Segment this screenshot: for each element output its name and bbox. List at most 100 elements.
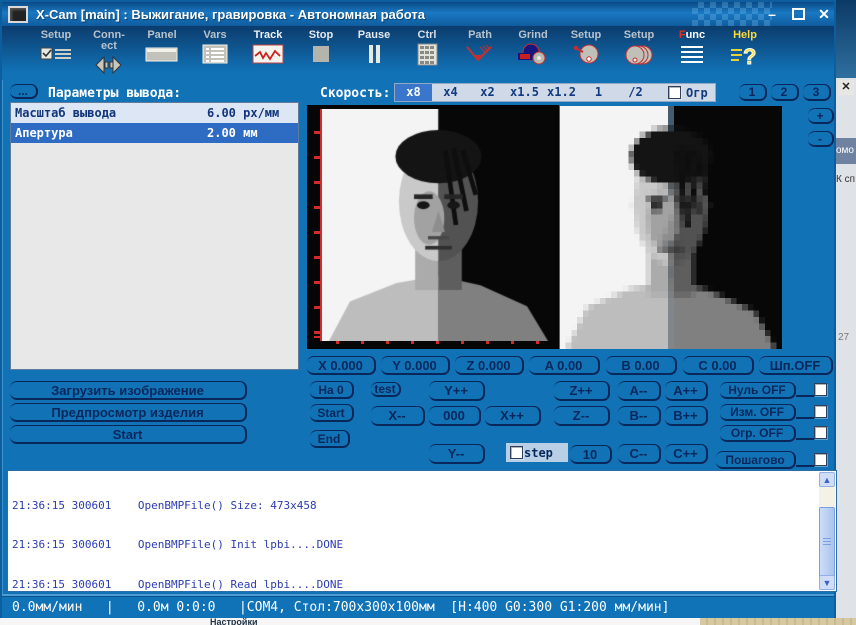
jog-x-plus-button[interactable]: X++ <box>485 406 541 426</box>
discs-icon <box>625 45 653 65</box>
toolbar-ctrl-button[interactable]: Ctrl <box>407 30 447 67</box>
close-button[interactable]: ✕ <box>816 6 832 23</box>
speed-option-half[interactable]: /2 <box>617 84 654 101</box>
measure-toggle-checkbox[interactable] <box>814 405 827 418</box>
speed-option-x1.2[interactable]: x1.2 <box>543 84 580 101</box>
log-panel[interactable]: 21:36:15 300601 OpenBMPFile() Size: 473x… <box>7 470 837 592</box>
stepwise-toggle-line <box>796 465 814 467</box>
toolbar-pause-button[interactable]: Pause <box>354 30 394 65</box>
toolbar: Setup Conn- ect Panel Vars Track Stop Pa… <box>2 26 834 80</box>
background-window-top <box>836 0 856 78</box>
spindle-toggle-button[interactable]: Шп.OFF <box>759 356 833 375</box>
jog-x-minus-button[interactable]: X-- <box>371 406 425 426</box>
zoom-plus-button[interactable]: + <box>808 108 834 124</box>
log-scrollbar[interactable]: ▲ ▼ <box>819 472 835 590</box>
jog-start-button[interactable]: Start <box>310 404 354 422</box>
jog-c-minus-button[interactable]: C-- <box>618 444 661 464</box>
scroll-down-icon[interactable]: ▼ <box>819 575 835 590</box>
speed-option-x1.5[interactable]: x1.5 <box>506 84 543 101</box>
background-text-fragment: К сп <box>836 174 856 185</box>
connect-icon <box>95 55 122 75</box>
step-value-button[interactable]: 10 <box>570 445 612 464</box>
toolbar-func-button[interactable]: Func <box>672 30 712 67</box>
maximize-icon <box>791 8 805 20</box>
toolbar-setup-button[interactable]: Setup <box>36 30 76 67</box>
axis-readout-c[interactable]: C 0.00 <box>683 356 754 375</box>
stepwise-toggle-button[interactable]: Пошагово <box>716 451 796 469</box>
scrollbar-thumb[interactable] <box>819 507 835 579</box>
pixelated-preview-image <box>560 106 782 349</box>
source-portrait-image <box>322 109 555 341</box>
preset-button-2[interactable]: 2 <box>771 84 799 101</box>
toolbar-grind-button[interactable]: Grind <box>513 30 553 67</box>
jog-z-plus-button[interactable]: Z++ <box>554 381 610 401</box>
output-params-list[interactable]: Масштаб вывода 6.00 px/мм Апертура 2.00 … <box>10 102 299 370</box>
toolbar-connect-button[interactable]: Conn- ect <box>89 30 129 76</box>
jog-a-plus-button[interactable]: A++ <box>665 381 708 401</box>
jog-zero-button[interactable]: 000 <box>429 406 481 426</box>
step-checkbox[interactable] <box>510 446 523 459</box>
toolbar-panel-button[interactable]: Panel <box>142 30 182 65</box>
axis-readout-z[interactable]: Z 0.000 <box>455 356 524 375</box>
background-close-icon[interactable]: ✕ <box>838 80 854 95</box>
param-row-scale[interactable]: Масштаб вывода 6.00 px/мм <box>11 103 298 123</box>
jog-end-button[interactable]: End <box>310 430 350 448</box>
log-line: 21:36:15 300601 OpenBMPFile() Init lpbi.… <box>12 538 344 552</box>
limit-toggle-checkbox[interactable] <box>814 426 827 439</box>
axis-readout-a[interactable]: A 0.00 <box>529 356 600 375</box>
jog-y-plus-button[interactable]: Y++ <box>429 381 485 401</box>
toolbar-help-button[interactable]: Help ? <box>725 30 765 69</box>
jog-a-minus-button[interactable]: A-- <box>618 381 661 401</box>
speed-option-x4[interactable]: x4 <box>432 84 469 101</box>
limit-toggle-line <box>796 438 814 440</box>
log-line: 21:36:15 300601 OpenBMPFile() Size: 473x… <box>12 498 317 512</box>
keypad-icon <box>417 43 438 66</box>
limit-checkbox[interactable] <box>668 86 681 99</box>
panel-icon <box>145 47 178 62</box>
params-more-button[interactable]: ... <box>10 84 38 99</box>
stepwise-toggle-checkbox[interactable] <box>814 453 827 466</box>
preset-button-1[interactable]: 1 <box>739 84 767 101</box>
toolbar-track-button[interactable]: Track <box>248 30 288 65</box>
source-image-panel <box>307 105 559 349</box>
axis-readout-b[interactable]: B 0.00 <box>606 356 677 375</box>
preview-product-button[interactable]: Предпросмотр изделия <box>10 403 247 422</box>
toolbar-stop-button[interactable]: Stop <box>301 30 341 65</box>
scrollbar-grip <box>823 538 831 547</box>
goto-zero-button[interactable]: На 0 <box>310 381 354 399</box>
test-button[interactable]: test <box>371 382 401 397</box>
maximize-button[interactable] <box>790 8 806 20</box>
zoom-minus-button[interactable]: - <box>808 131 834 147</box>
axis-readout-y[interactable]: Y 0.000 <box>381 356 450 375</box>
jog-c-plus-button[interactable]: C++ <box>665 444 708 464</box>
track-waveform-icon <box>252 44 284 64</box>
params-title: Параметры вывода: <box>48 86 182 101</box>
null-toggle-button[interactable]: Нуль OFF <box>720 382 796 399</box>
jog-y-minus-button[interactable]: Y-- <box>429 444 485 464</box>
toolbar-setup2-button[interactable]: Setup <box>566 30 606 67</box>
toolbar-path-button[interactable]: Path <box>460 30 500 67</box>
toolbar-vars-button[interactable]: Vars <box>195 30 235 65</box>
preset-button-3[interactable]: 3 <box>803 84 831 101</box>
measure-toggle-line <box>796 417 814 419</box>
load-image-button[interactable]: Загрузить изображение <box>10 381 247 400</box>
background-text-fragment: Настройки <box>210 617 258 625</box>
measure-toggle-button[interactable]: Изм. OFF <box>720 404 796 421</box>
axis-readout-x[interactable]: X 0.000 <box>307 356 376 375</box>
param-row-aperture[interactable]: Апертура 2.00 мм <box>11 123 298 143</box>
speed-option-x8[interactable]: x8 <box>395 84 432 101</box>
speed-option-x2[interactable]: x2 <box>469 84 506 101</box>
scroll-up-icon[interactable]: ▲ <box>819 472 835 487</box>
start-button[interactable]: Start <box>10 425 247 444</box>
null-toggle-checkbox[interactable] <box>814 383 827 396</box>
toolbar-setup3-button[interactable]: Setup <box>619 30 659 67</box>
limit-toggle-button[interactable]: Огр. OFF <box>720 425 796 442</box>
jog-z-minus-button[interactable]: Z-- <box>554 406 610 426</box>
jog-b-minus-button[interactable]: B-- <box>618 406 661 426</box>
minimize-button[interactable]: – <box>764 6 780 22</box>
step-label: step <box>524 445 553 460</box>
jog-b-plus-button[interactable]: B++ <box>665 406 708 426</box>
ruler-vertical <box>314 109 322 341</box>
speed-option-1[interactable]: 1 <box>580 84 617 101</box>
background-text-fragment: омо <box>836 138 856 164</box>
